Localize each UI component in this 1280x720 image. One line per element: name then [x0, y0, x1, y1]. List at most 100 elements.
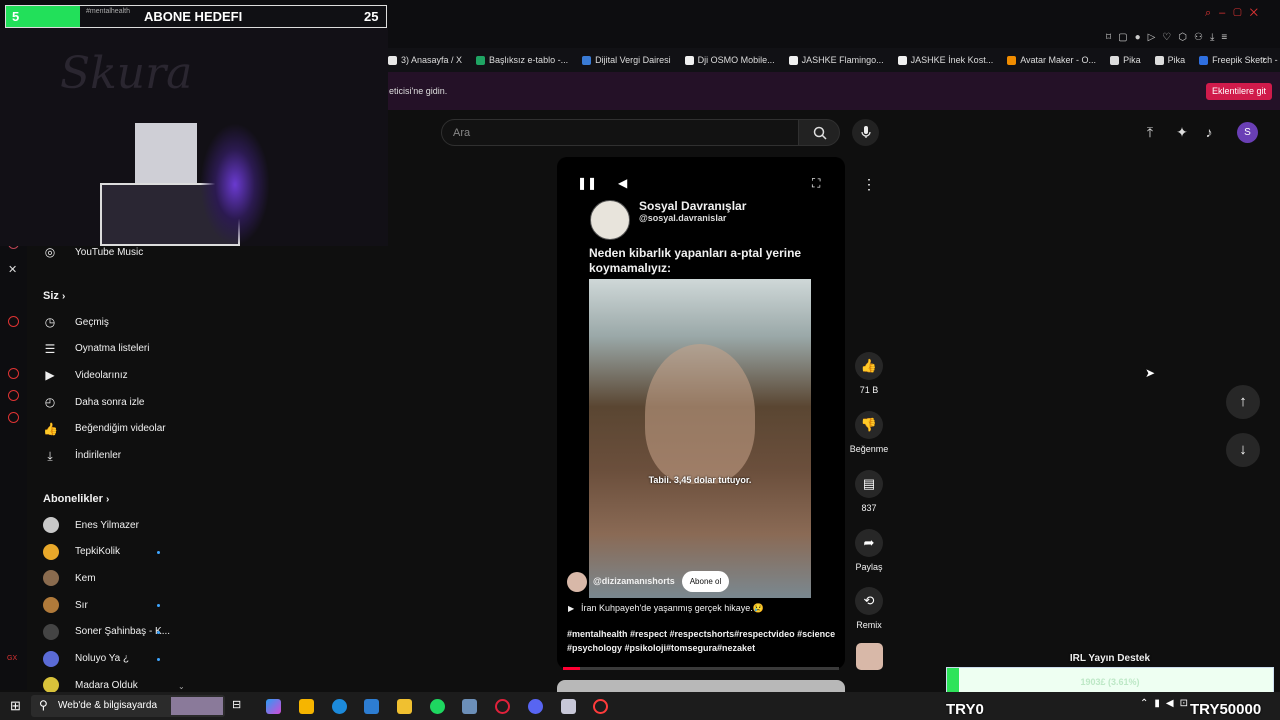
- history-icon[interactable]: [8, 368, 19, 379]
- subscription-item[interactable]: TepkiKolik: [43, 542, 120, 562]
- sidebar-app-icon[interactable]: [8, 316, 19, 327]
- folder-icon[interactable]: [397, 699, 412, 714]
- short-hashtags[interactable]: #mentalhealth #respect #respectshorts#re…: [567, 627, 839, 655]
- progress-track[interactable]: [563, 667, 839, 670]
- bookmark-item[interactable]: Pika: [1110, 55, 1141, 65]
- settings-icon[interactable]: [8, 412, 19, 423]
- sidebar-item-your-videos[interactable]: ▶ Videolarınız: [43, 365, 127, 385]
- bookmark-item[interactable]: Başlıksız e-tablo -...: [476, 55, 568, 65]
- comments-button[interactable]: ▤: [855, 470, 883, 498]
- bookmark-item[interactable]: Avatar Maker - O...: [1007, 55, 1096, 65]
- search-input[interactable]: Ara: [441, 119, 799, 146]
- x-icon[interactable]: ✕: [8, 263, 17, 276]
- new-content-dot: [157, 550, 160, 554]
- bookmark-label: Avatar Maker - O...: [1020, 55, 1097, 65]
- short-description[interactable]: İran Kuhpayeh'de yaşanmış gerçek hikaye.…: [581, 603, 764, 614]
- subscription-avatar: [43, 570, 59, 587]
- create-icon[interactable]: ✦: [1174, 124, 1190, 140]
- toolbar-icons[interactable]: ⌑▢●▷♡⬡⚇⤓≡: [1106, 32, 1271, 46]
- spotify-icon[interactable]: [430, 699, 445, 714]
- chevron-right-icon: ›: [105, 494, 110, 505]
- subscription-item[interactable]: Sır: [43, 595, 88, 615]
- search-button[interactable]: [798, 119, 840, 146]
- channel-handle[interactable]: @sosyal.davranislar: [639, 213, 726, 223]
- dislike-button[interactable]: 👎: [855, 411, 883, 439]
- subscription-item[interactable]: Enes Yilmazer: [43, 515, 139, 535]
- share-button[interactable]: ➦: [855, 529, 883, 557]
- volume-icon[interactable]: ◀: [618, 176, 627, 190]
- search-icon: [813, 126, 827, 140]
- channel-avatar[interactable]: [590, 200, 630, 240]
- try-max: TRY50000: [1190, 701, 1262, 718]
- bookmark-label: Dijital Vergi Dairesi: [595, 55, 671, 65]
- bookmark-item[interactable]: JASHKE İnek Kost...: [897, 55, 994, 65]
- window-controls[interactable]: ⌕–▢✕: [1205, 7, 1275, 19]
- sidebar-item-liked[interactable]: 👍 Beğendiğim videolar: [43, 419, 166, 439]
- try-min: TRY0: [946, 701, 984, 718]
- sidebar-item-label: Oynatma listeleri: [75, 343, 150, 355]
- task-view-icon[interactable]: ⊟: [232, 698, 241, 711]
- fullscreen-icon[interactable]: ⛶: [812, 176, 820, 191]
- uploader-avatar[interactable]: [567, 572, 587, 592]
- chevron-down-icon[interactable]: ⌄: [178, 682, 185, 691]
- subscribe-button[interactable]: Abone ol: [682, 571, 729, 592]
- copilot-icon[interactable]: [266, 699, 281, 714]
- more-options-icon[interactable]: ⋮: [862, 176, 876, 193]
- subscription-item[interactable]: Kem: [43, 568, 96, 588]
- voice-search-button[interactable]: [852, 119, 879, 146]
- remix-icon: ⟲: [863, 593, 875, 608]
- previous-short-button[interactable]: ↑: [1226, 385, 1260, 419]
- sidebar-item-history[interactable]: ◷ Geçmiş: [43, 312, 109, 332]
- short-headline: Neden kibarlık yapanları a-ptal yerine k…: [589, 246, 802, 275]
- bookmark-item[interactable]: Freepik Sketch - F...: [1199, 55, 1280, 65]
- opera-gx-icon[interactable]: [495, 699, 510, 714]
- app-icon[interactable]: [561, 699, 576, 714]
- subscription-item[interactable]: Soner Şahinbaş - K...: [43, 622, 170, 642]
- gx-icon[interactable]: GX: [7, 655, 17, 662]
- remix-button[interactable]: ⟲: [855, 587, 883, 615]
- sidebar-item-watch-later[interactable]: ◴ Daha sonra izle: [43, 392, 145, 412]
- pause-icon[interactable]: ❚❚: [577, 176, 597, 190]
- progress-fill: [563, 667, 580, 670]
- obs-icon[interactable]: [593, 699, 608, 714]
- sidebar-app-icon[interactable]: [8, 390, 19, 401]
- discord-icon[interactable]: [528, 699, 543, 714]
- windows-start-icon[interactable]: ⊞: [10, 698, 21, 714]
- bookmark-item[interactable]: Dijital Vergi Dairesi: [582, 55, 671, 65]
- bookmark-item[interactable]: JASHKE Flamingo...: [788, 55, 884, 65]
- channel-name[interactable]: Sosyal Davranışlar: [639, 199, 746, 213]
- app-icon[interactable]: [462, 699, 477, 714]
- store-icon[interactable]: [364, 699, 379, 714]
- arrow-down-icon: ↓: [1239, 441, 1247, 458]
- extensions-button[interactable]: Eklentilere git: [1205, 83, 1272, 100]
- subscriptions-section-title[interactable]: Abonelikler ›: [43, 493, 109, 505]
- bookmark-icon: [897, 55, 907, 65]
- share-icon: ➦: [863, 535, 875, 550]
- file-explorer-icon[interactable]: [299, 699, 314, 714]
- next-short-preview[interactable]: [557, 680, 845, 692]
- upload-icon[interactable]: ⤒: [1142, 124, 1158, 140]
- you-section-title[interactable]: Siz ›: [43, 290, 65, 302]
- sidebar-item-download[interactable]: ⤓ İndirilenler: [43, 446, 121, 466]
- bookmark-item[interactable]: Dji OSMO Mobile...: [684, 55, 775, 65]
- system-tray-icons[interactable]: ⌃▮◀⊡: [1140, 698, 1194, 709]
- chevron-right-icon[interactable]: ›: [1262, 54, 1265, 65]
- taskbar-search[interactable]: ⚲ Web'de & bilgisayarda: [31, 695, 225, 717]
- bookmark-item[interactable]: 3) Anasayfa / X: [388, 55, 462, 65]
- subscription-item[interactable]: Noluyo Ya ¿: [43, 649, 129, 669]
- bookmark-label: JASHKE İnek Kost...: [910, 55, 994, 65]
- edge-icon[interactable]: [332, 699, 347, 714]
- sidebar-item-playlists[interactable]: ☰ Oynatma listeleri: [43, 339, 150, 359]
- uploader-name[interactable]: @dizizamanıshorts: [593, 576, 675, 586]
- next-short-button[interactable]: ↓: [1226, 433, 1260, 467]
- bookmark-label: Başlıksız e-tablo -...: [489, 55, 569, 65]
- sound-thumbnail[interactable]: [856, 643, 883, 670]
- subscription-label: TepkiKolik: [75, 546, 121, 558]
- avatar[interactable]: S: [1237, 122, 1258, 143]
- like-button[interactable]: 👍: [855, 352, 883, 380]
- bookmark-item[interactable]: Pika: [1154, 55, 1185, 65]
- video-frame[interactable]: [589, 279, 811, 598]
- bookmark-icon: [1154, 55, 1164, 65]
- bell-icon[interactable]: ♪: [1201, 124, 1217, 140]
- bookmark-icon: [582, 55, 592, 65]
